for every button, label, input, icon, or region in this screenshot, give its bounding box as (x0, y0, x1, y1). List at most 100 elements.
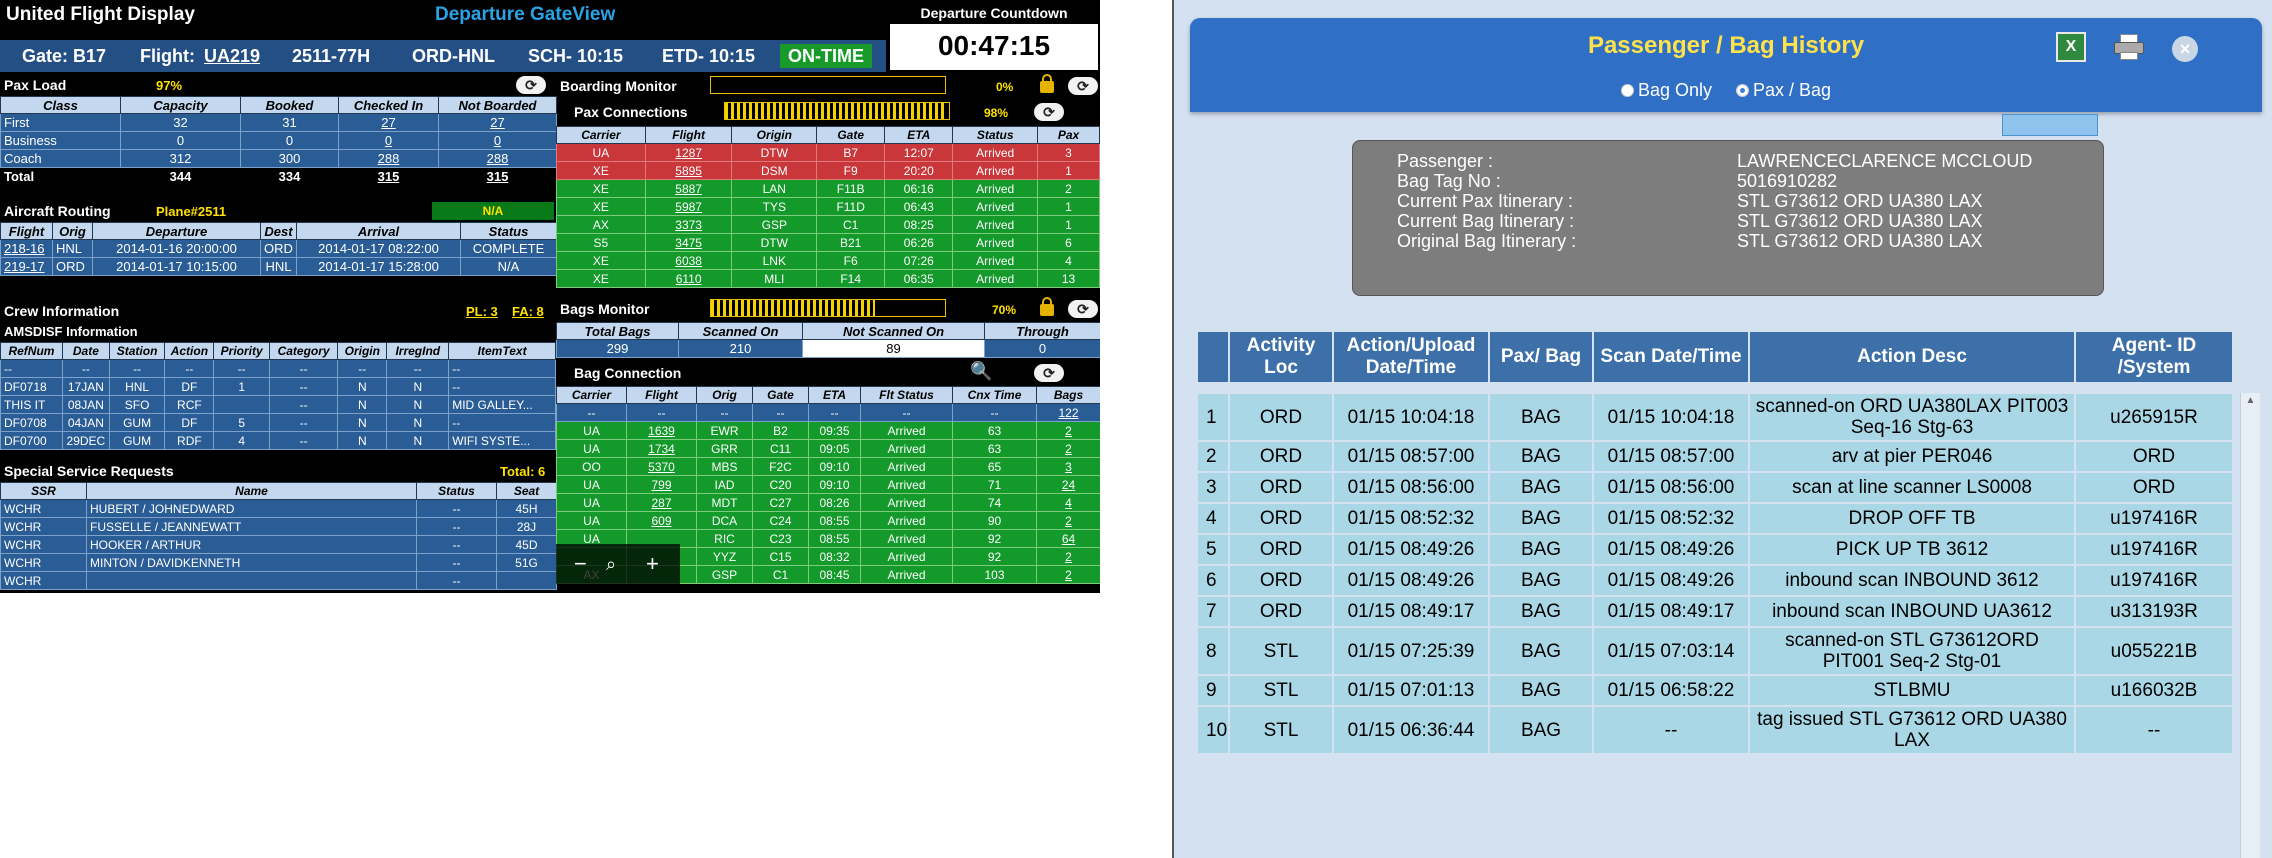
bags-monitor-section: Bags Monitor 70% ⟳ Total Bags Scanned On N… (556, 296, 1100, 358)
pax-load-cell[interactable]: 27 (438, 113, 557, 132)
pax-load-cell[interactable]: 0 (438, 131, 557, 150)
crew-pilots[interactable]: PL: 3 (466, 303, 498, 321)
scroll-up-icon[interactable]: ▲ (2241, 395, 2260, 406)
pax-conn-cell[interactable]: 5987 (644, 197, 733, 216)
bag-connection-section: Bag Connection 🔍 ⟳ Carrier Flight Orig Gate… (556, 360, 1100, 584)
pax-load-cell[interactable]: 27 (338, 113, 439, 132)
zoom-in-icon[interactable]: + (646, 544, 659, 584)
amsdisf-cell: THIS IT (0, 395, 63, 414)
close-icon[interactable]: × (2172, 36, 2198, 62)
flight-number[interactable]: UA219 (204, 40, 260, 72)
bag-conn-cell[interactable]: 1639 (626, 421, 697, 440)
routing-cell: ORD (52, 257, 93, 276)
history-row[interactable]: 1 ORD 01/15 10:04:18 BAG 01/15 10:04:18 scann… (1196, 392, 2234, 442)
history-row[interactable]: 5 ORD 01/15 08:49:26 BAG 01/15 08:49:26 PICK … (1196, 533, 2234, 566)
pax-conn-cell[interactable]: 5887 (644, 179, 733, 198)
bags-refresh-icon[interactable]: ⟳ (1068, 300, 1098, 318)
pax-conn-cell[interactable]: 6110 (644, 269, 733, 288)
bag-conn-cell[interactable]: 4 (1036, 493, 1100, 512)
bag-conn-cell[interactable]: 3 (1036, 457, 1100, 476)
amsdisf-cell: DF (164, 377, 215, 396)
zoom-reset-icon[interactable]: ⌕ (606, 544, 616, 584)
pax-load-table: Class Capacity Booked Checked In Not Boarded… (0, 96, 557, 186)
search-icon[interactable]: 🔍 (970, 361, 992, 382)
pax-load-cell[interactable]: 0 (338, 131, 439, 150)
bag-conn-cell[interactable]: 2 (1036, 421, 1100, 440)
history-row[interactable]: 7 ORD 01/15 08:49:17 BAG 01/15 08:49:17 inbou… (1196, 595, 2234, 628)
pax-conn-cell[interactable]: 3475 (644, 233, 733, 252)
routing-col-header: Flight (0, 222, 53, 240)
bag-conn-cell: C11 (752, 439, 809, 458)
pax-conn-cell: 06:35 (884, 269, 954, 288)
bag-conn-refresh-icon[interactable]: ⟳ (1034, 364, 1064, 382)
history-row[interactable]: 10 STL 01/15 06:36:44 BAG -- tag issued STL G… (1196, 705, 2234, 755)
boarding-refresh-icon[interactable]: ⟳ (1068, 77, 1098, 95)
history-cell: 01/15 08:49:17 (1332, 595, 1490, 628)
bag-conn-cell[interactable]: 609 (626, 511, 697, 530)
ssr-row: WCHR FUSSELLE / JEANNEWATT -- 28J (0, 517, 557, 536)
pax-conn-cell: 1 (1037, 161, 1100, 180)
pax-conn-cell[interactable]: 1287 (644, 143, 733, 162)
radio-bag-only[interactable] (1620, 84, 1634, 97)
pax-load-cell[interactable]: 315 (338, 167, 439, 186)
pax-conn-cell[interactable]: 6038 (644, 251, 733, 270)
excel-export-icon[interactable]: X (2056, 32, 2086, 62)
pax-conn-cell: 06:26 (884, 233, 954, 252)
history-row[interactable]: 2 ORD 01/15 08:57:00 BAG 01/15 08:57:00 arv a… (1196, 440, 2234, 473)
pax-load-cell[interactable]: 288 (438, 149, 557, 168)
bag-conn-cell[interactable]: 5370 (626, 457, 697, 476)
history-row[interactable]: 3 ORD 01/15 08:56:00 BAG 01/15 08:56:00 scan … (1196, 471, 2234, 504)
pax-load-cell[interactable]: 315 (438, 167, 557, 186)
amsdisf-cell: N (337, 377, 388, 396)
printer-icon[interactable] (2114, 34, 2144, 60)
bags-summary-table: Total Bags Scanned On Not Scanned On Throug… (556, 322, 1100, 358)
bag-conn-cell: 65 (952, 457, 1037, 476)
bags-percent: 70% (992, 303, 1017, 317)
bag-conn-cell[interactable]: 2 (1036, 547, 1100, 566)
bag-conn-cell[interactable]: 287 (626, 493, 697, 512)
ssr-header: Special Service Requests Total: 6 (0, 460, 556, 482)
bag-conn-cell[interactable]: 2 (1036, 439, 1100, 458)
history-row[interactable]: 4 ORD 01/15 08:52:32 BAG 01/15 08:52:32 DROP … (1196, 502, 2234, 535)
bag-conn-cell[interactable]: 1734 (626, 439, 697, 458)
history-cell: 7 (1196, 595, 1230, 628)
bag-conn-cell[interactable]: 799 (626, 475, 697, 494)
pax-conn-cell[interactable]: 5895 (644, 161, 733, 180)
amsdisf-cell: -- (268, 395, 339, 414)
pax-load-cell[interactable]: 288 (338, 149, 439, 168)
pax-conn-cell: LAN (731, 179, 818, 198)
history-row[interactable]: 9 STL 01/15 07:01:13 BAG 01/15 06:58:22 STLBM… (1196, 674, 2234, 707)
pax-conn-cell: C1 (816, 215, 886, 234)
pax-load-refresh-icon[interactable]: ⟳ (516, 76, 546, 94)
history-title: Passenger / Bag History (1587, 32, 1865, 59)
bag-conn-cell[interactable]: 122 (1036, 403, 1100, 422)
routing-cell[interactable]: 219-17 (0, 257, 53, 276)
ssr-cell: -- (416, 499, 497, 518)
routing-cell[interactable]: 218-16 (0, 239, 53, 258)
zoom-out-icon[interactable]: − (574, 544, 587, 584)
lock-icon[interactable] (1040, 74, 1054, 93)
history-scrollbar[interactable]: ▲ (2240, 393, 2260, 858)
history-cell: 01/15 08:52:32 (1592, 502, 1750, 535)
history-row[interactable]: 6 ORD 01/15 08:49:26 BAG 01/15 08:49:26 inbou… (1196, 564, 2234, 597)
bags-lock-icon[interactable] (1040, 297, 1054, 316)
crew-attendants[interactable]: FA: 8 (512, 303, 544, 321)
amsdisf-cell: -- (448, 377, 556, 396)
amsdisf-col-header: Action (164, 342, 215, 360)
pax-conn-col-header: Pax (1037, 126, 1100, 144)
bag-conn-cell[interactable]: 64 (1036, 529, 1100, 548)
bag-conn-cell[interactable]: 2 (1036, 565, 1100, 584)
tab-indicator (2002, 114, 2098, 136)
pax-conn-cell[interactable]: 3373 (644, 215, 733, 234)
pax-conn-cell: DTW (731, 233, 818, 252)
pax-conn-refresh-icon[interactable]: ⟳ (1034, 103, 1064, 121)
history-cell: 01/15 08:56:00 (1592, 471, 1750, 504)
amsdisf-cell: -- (337, 359, 388, 378)
history-row[interactable]: 8 STL 01/15 07:25:39 BAG 01/15 07:03:14 scann… (1196, 626, 2234, 676)
bag-conn-cell[interactable]: 2 (1036, 511, 1100, 530)
history-cell: ORD (2074, 440, 2234, 473)
pax-conn-row: XE 5895 DSM F9 20:20 Arrived 1 (556, 161, 1100, 180)
amsdisf-cell: -- (268, 413, 339, 432)
radio-pax-bag[interactable] (1736, 84, 1750, 97)
bag-conn-cell[interactable]: 24 (1036, 475, 1100, 494)
